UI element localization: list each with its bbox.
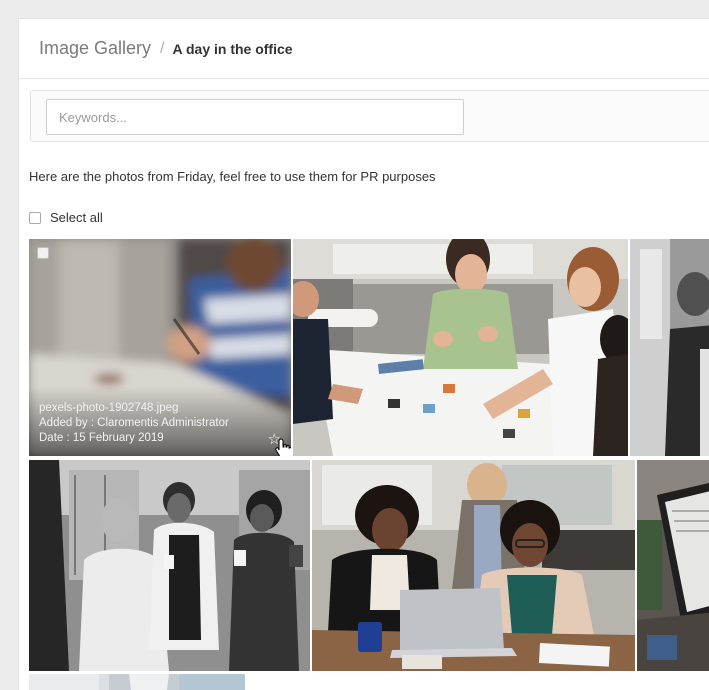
gallery-photo-6[interactable]: [637, 460, 709, 671]
gallery-photo-5[interactable]: [312, 460, 635, 671]
gallery-photo-1[interactable]: pexels-photo-1902748.jpeg Added by : Cla…: [29, 239, 291, 456]
photo-select-checkbox[interactable]: [37, 247, 49, 259]
photo-image: [312, 460, 635, 671]
photo-date: Date : 15 February 2019: [39, 432, 164, 444]
photo-image: [29, 674, 245, 690]
photo-image: [630, 239, 709, 456]
gallery-description: Here are the photos from Friday, feel fr…: [29, 169, 436, 184]
keywords-search-input[interactable]: [46, 99, 464, 135]
gallery-photo-4[interactable]: [29, 460, 310, 671]
breadcrumb-current: A day in the office: [172, 40, 293, 57]
gallery-panel: Image Gallery / A day in the office Here…: [18, 18, 709, 690]
photo-image: [637, 460, 709, 671]
photo-metadata: pexels-photo-1902748.jpeg Added by : Cla…: [39, 401, 229, 446]
hand-cursor-icon: [275, 438, 291, 456]
select-all-control[interactable]: Select all: [29, 210, 103, 225]
select-all-checkbox[interactable]: [29, 211, 41, 224]
photo-image: [29, 460, 310, 671]
breadcrumb-root-link[interactable]: Image Gallery: [39, 38, 151, 59]
breadcrumb-separator: /: [160, 39, 165, 57]
select-all-label: Select all: [50, 210, 103, 225]
photo-added-by: Added by : Claromentis Administrator: [39, 417, 229, 429]
gallery-photo-3[interactable]: [630, 239, 709, 456]
gallery-photo-2[interactable]: [293, 239, 628, 456]
search-bar: [30, 90, 709, 142]
breadcrumb: Image Gallery / A day in the office: [19, 19, 709, 79]
photo-filename: pexels-photo-1902748.jpeg: [39, 402, 179, 414]
gallery-photo-7[interactable]: [29, 674, 245, 690]
photo-image: [293, 239, 628, 456]
